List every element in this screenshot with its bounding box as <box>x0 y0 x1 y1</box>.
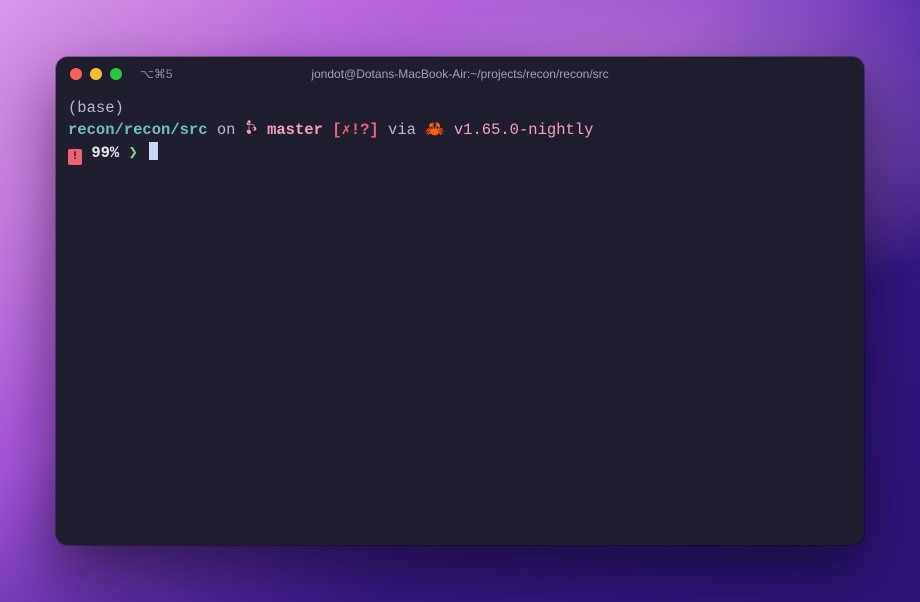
tab-shortcut-label: ⌥⌘5 <box>140 67 173 81</box>
prompt-line-3: ! 99% ❯ <box>68 142 852 165</box>
terminal-window: ⌥⌘5 jondot@Dotans-MacBook-Air:~/projects… <box>56 57 864 545</box>
git-status: [✗!?] <box>332 121 379 139</box>
prompt-line-1: (base) <box>68 97 852 119</box>
prompt-symbol: ❯ <box>129 144 138 162</box>
traffic-lights <box>70 68 122 80</box>
terminal-body[interactable]: (base) recon/recon/src on master [✗!?] v… <box>56 91 864 171</box>
cursor <box>149 142 158 160</box>
git-branch: master <box>267 121 323 139</box>
on-separator: on <box>208 121 245 139</box>
minimize-button[interactable] <box>90 68 102 80</box>
crab-icon: 🦀 <box>425 121 444 139</box>
battery-percentage: 99% <box>91 144 119 162</box>
prompt-line-2: recon/recon/src on master [✗!?] via 🦀 v1… <box>68 119 852 141</box>
titlebar: ⌥⌘5 jondot@Dotans-MacBook-Air:~/projects… <box>56 57 864 91</box>
conda-env: (base) <box>68 99 124 117</box>
branch-icon <box>245 121 267 139</box>
window-title: jondot@Dotans-MacBook-Air:~/projects/rec… <box>311 67 608 81</box>
maximize-button[interactable] <box>110 68 122 80</box>
battery-icon: ! <box>68 149 82 165</box>
via-separator: via <box>379 121 426 139</box>
cwd-path: recon/recon/src <box>68 121 208 139</box>
close-button[interactable] <box>70 68 82 80</box>
rust-version: v1.65.0-nightly <box>454 121 594 139</box>
